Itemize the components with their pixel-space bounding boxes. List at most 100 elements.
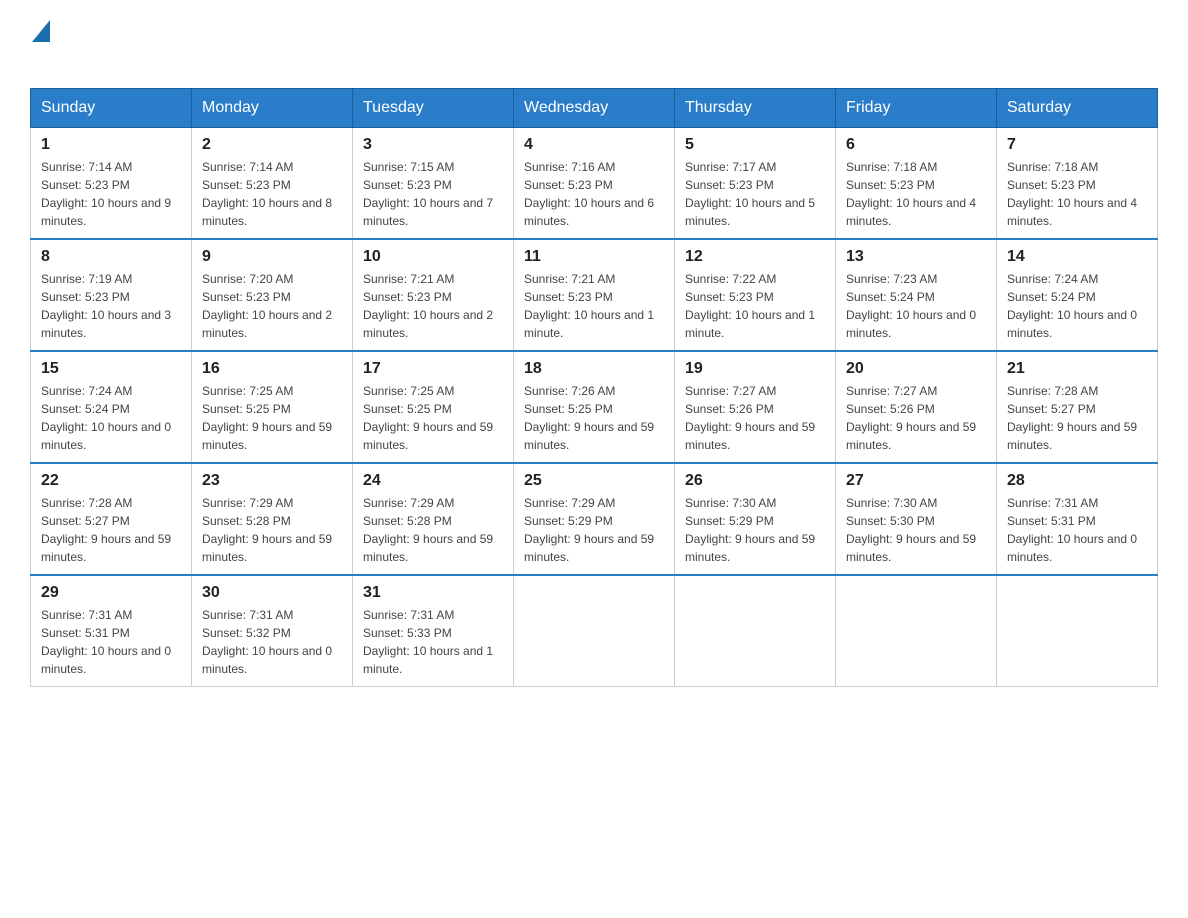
- day-header-thursday: Thursday: [675, 88, 836, 127]
- calendar-cell: 13 Sunrise: 7:23 AMSunset: 5:24 PMDayligh…: [836, 239, 997, 351]
- cell-day-number: 28: [1007, 472, 1147, 490]
- cell-day-number: 29: [41, 584, 181, 602]
- cell-day-number: 2: [202, 136, 342, 154]
- cell-day-number: 8: [41, 248, 181, 266]
- cell-info: Sunrise: 7:18 AMSunset: 5:23 PMDaylight:…: [1007, 158, 1147, 230]
- cell-info: Sunrise: 7:18 AMSunset: 5:23 PMDaylight:…: [846, 158, 986, 230]
- week-row-3: 15 Sunrise: 7:24 AMSunset: 5:24 PMDayligh…: [31, 351, 1158, 463]
- week-row-5: 29 Sunrise: 7:31 AMSunset: 5:31 PMDayligh…: [31, 575, 1158, 687]
- calendar-cell: 21Sunrise: 7:28 AMSunset: 5:27 PMDayligh…: [997, 351, 1158, 463]
- calendar-cell: 6 Sunrise: 7:18 AMSunset: 5:23 PMDaylight…: [836, 127, 997, 239]
- cell-info: Sunrise: 7:30 AMSunset: 5:29 PMDaylight:…: [685, 494, 825, 566]
- calendar-cell: 28 Sunrise: 7:31 AMSunset: 5:31 PMDayligh…: [997, 463, 1158, 575]
- cell-day-number: 21: [1007, 360, 1147, 378]
- cell-day-number: 15: [41, 360, 181, 378]
- calendar-cell: 31 Sunrise: 7:31 AMSunset: 5:33 PMDayligh…: [353, 575, 514, 687]
- calendar-cell: 9Sunrise: 7:20 AMSunset: 5:23 PMDaylight…: [192, 239, 353, 351]
- logo-general: [30, 20, 50, 48]
- cell-day-number: 24: [363, 472, 503, 490]
- cell-info: Sunrise: 7:27 AMSunset: 5:26 PMDaylight:…: [685, 382, 825, 454]
- week-row-2: 8 Sunrise: 7:19 AMSunset: 5:23 PMDaylight…: [31, 239, 1158, 351]
- calendar-cell: [514, 575, 675, 687]
- week-row-1: 1 Sunrise: 7:14 AMSunset: 5:23 PMDaylight…: [31, 127, 1158, 239]
- cell-info: Sunrise: 7:25 AMSunset: 5:25 PMDaylight:…: [363, 382, 503, 454]
- logo: [30, 20, 50, 72]
- cell-info: Sunrise: 7:27 AMSunset: 5:26 PMDaylight:…: [846, 382, 986, 454]
- calendar-cell: 20 Sunrise: 7:27 AMSunset: 5:26 PMDayligh…: [836, 351, 997, 463]
- calendar-cell: 8 Sunrise: 7:19 AMSunset: 5:23 PMDaylight…: [31, 239, 192, 351]
- cell-day-number: 14: [1007, 248, 1147, 266]
- cell-day-number: 6: [846, 136, 986, 154]
- cell-day-number: 27: [846, 472, 986, 490]
- calendar-cell: 25Sunrise: 7:29 AMSunset: 5:29 PMDayligh…: [514, 463, 675, 575]
- calendar-cell: 7 Sunrise: 7:18 AMSunset: 5:23 PMDaylight…: [997, 127, 1158, 239]
- cell-info: Sunrise: 7:30 AMSunset: 5:30 PMDaylight:…: [846, 494, 986, 566]
- day-header-wednesday: Wednesday: [514, 88, 675, 127]
- cell-day-number: 23: [202, 472, 342, 490]
- calendar-cell: 30 Sunrise: 7:31 AMSunset: 5:32 PMDayligh…: [192, 575, 353, 687]
- calendar-cell: [675, 575, 836, 687]
- calendar-cell: 11 Sunrise: 7:21 AMSunset: 5:23 PMDayligh…: [514, 239, 675, 351]
- calendar-cell: 29 Sunrise: 7:31 AMSunset: 5:31 PMDayligh…: [31, 575, 192, 687]
- calendar-cell: 18Sunrise: 7:26 AMSunset: 5:25 PMDayligh…: [514, 351, 675, 463]
- cell-day-number: 12: [685, 248, 825, 266]
- cell-day-number: 11: [524, 248, 664, 266]
- week-row-4: 22Sunrise: 7:28 AMSunset: 5:27 PMDayligh…: [31, 463, 1158, 575]
- calendar-cell: 10 Sunrise: 7:21 AMSunset: 5:23 PMDayligh…: [353, 239, 514, 351]
- calendar-cell: 12 Sunrise: 7:22 AMSunset: 5:23 PMDayligh…: [675, 239, 836, 351]
- calendar-table: SundayMondayTuesdayWednesdayThursdayFrid…: [30, 88, 1158, 687]
- cell-day-number: 16: [202, 360, 342, 378]
- cell-day-number: 5: [685, 136, 825, 154]
- day-header-row: SundayMondayTuesdayWednesdayThursdayFrid…: [31, 88, 1158, 127]
- cell-info: Sunrise: 7:22 AMSunset: 5:23 PMDaylight:…: [685, 270, 825, 342]
- calendar-cell: 23 Sunrise: 7:29 AMSunset: 5:28 PMDayligh…: [192, 463, 353, 575]
- day-header-tuesday: Tuesday: [353, 88, 514, 127]
- cell-info: Sunrise: 7:24 AMSunset: 5:24 PMDaylight:…: [1007, 270, 1147, 342]
- cell-info: Sunrise: 7:29 AMSunset: 5:28 PMDaylight:…: [363, 494, 503, 566]
- cell-day-number: 20: [846, 360, 986, 378]
- cell-info: Sunrise: 7:14 AMSunset: 5:23 PMDaylight:…: [41, 158, 181, 230]
- cell-info: Sunrise: 7:29 AMSunset: 5:28 PMDaylight:…: [202, 494, 342, 566]
- cell-info: Sunrise: 7:19 AMSunset: 5:23 PMDaylight:…: [41, 270, 181, 342]
- cell-info: Sunrise: 7:21 AMSunset: 5:23 PMDaylight:…: [524, 270, 664, 342]
- cell-info: Sunrise: 7:15 AMSunset: 5:23 PMDaylight:…: [363, 158, 503, 230]
- cell-info: Sunrise: 7:24 AMSunset: 5:24 PMDaylight:…: [41, 382, 181, 454]
- cell-info: Sunrise: 7:23 AMSunset: 5:24 PMDaylight:…: [846, 270, 986, 342]
- calendar-cell: 4Sunrise: 7:16 AMSunset: 5:23 PMDaylight…: [514, 127, 675, 239]
- day-header-saturday: Saturday: [997, 88, 1158, 127]
- day-header-friday: Friday: [836, 88, 997, 127]
- cell-day-number: 30: [202, 584, 342, 602]
- logo-triangle-icon: [32, 20, 50, 42]
- cell-day-number: 26: [685, 472, 825, 490]
- calendar-cell: 16Sunrise: 7:25 AMSunset: 5:25 PMDayligh…: [192, 351, 353, 463]
- cell-day-number: 7: [1007, 136, 1147, 154]
- cell-info: Sunrise: 7:26 AMSunset: 5:25 PMDaylight:…: [524, 382, 664, 454]
- calendar-cell: 17 Sunrise: 7:25 AMSunset: 5:25 PMDayligh…: [353, 351, 514, 463]
- cell-info: Sunrise: 7:17 AMSunset: 5:23 PMDaylight:…: [685, 158, 825, 230]
- calendar-cell: [836, 575, 997, 687]
- cell-info: Sunrise: 7:31 AMSunset: 5:32 PMDaylight:…: [202, 606, 342, 678]
- calendar-cell: 15 Sunrise: 7:24 AMSunset: 5:24 PMDayligh…: [31, 351, 192, 463]
- cell-info: Sunrise: 7:31 AMSunset: 5:31 PMDaylight:…: [1007, 494, 1147, 566]
- cell-info: Sunrise: 7:29 AMSunset: 5:29 PMDaylight:…: [524, 494, 664, 566]
- cell-info: Sunrise: 7:31 AMSunset: 5:33 PMDaylight:…: [363, 606, 503, 678]
- calendar-cell: 3 Sunrise: 7:15 AMSunset: 5:23 PMDaylight…: [353, 127, 514, 239]
- page-header: [30, 20, 1158, 72]
- cell-day-number: 1: [41, 136, 181, 154]
- cell-day-number: 19: [685, 360, 825, 378]
- cell-day-number: 9: [202, 248, 342, 266]
- cell-day-number: 31: [363, 584, 503, 602]
- calendar-cell: 1 Sunrise: 7:14 AMSunset: 5:23 PMDaylight…: [31, 127, 192, 239]
- calendar-cell: 26 Sunrise: 7:30 AMSunset: 5:29 PMDayligh…: [675, 463, 836, 575]
- cell-day-number: 17: [363, 360, 503, 378]
- cell-day-number: 10: [363, 248, 503, 266]
- cell-info: Sunrise: 7:28 AMSunset: 5:27 PMDaylight:…: [41, 494, 181, 566]
- cell-day-number: 13: [846, 248, 986, 266]
- cell-info: Sunrise: 7:16 AMSunset: 5:23 PMDaylight:…: [524, 158, 664, 230]
- calendar-cell: [997, 575, 1158, 687]
- cell-day-number: 3: [363, 136, 503, 154]
- cell-info: Sunrise: 7:21 AMSunset: 5:23 PMDaylight:…: [363, 270, 503, 342]
- calendar-cell: 2Sunrise: 7:14 AMSunset: 5:23 PMDaylight…: [192, 127, 353, 239]
- cell-info: Sunrise: 7:31 AMSunset: 5:31 PMDaylight:…: [41, 606, 181, 678]
- calendar-cell: 27 Sunrise: 7:30 AMSunset: 5:30 PMDayligh…: [836, 463, 997, 575]
